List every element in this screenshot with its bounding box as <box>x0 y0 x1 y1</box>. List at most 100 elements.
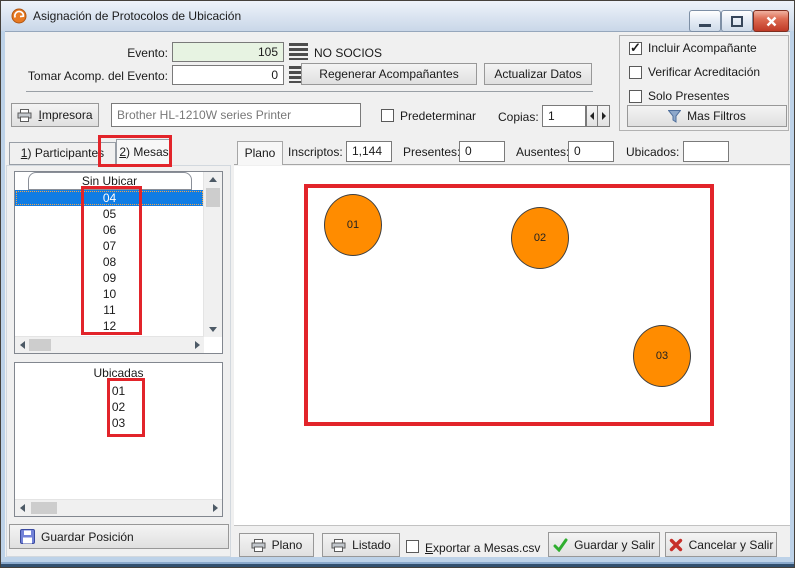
checkbox-label-incluir-acompanante: Incluir Acompañante <box>648 41 757 55</box>
printer-name-field[interactable]: Brother HL-1210W series Printer <box>111 103 361 127</box>
predeterminar-label: Predeterminar <box>400 106 476 126</box>
impresora-label: Impresora <box>38 108 92 122</box>
right-arrow-icon <box>213 504 218 512</box>
ausentes-field[interactable]: 0 <box>568 141 614 162</box>
printer-icon <box>331 539 346 552</box>
app-window: Asignación de Protocolos de Ubicación Ev… <box>0 0 795 568</box>
scroll-right-button[interactable] <box>208 500 222 516</box>
scroll-down-button[interactable] <box>204 322 222 337</box>
green-check-icon <box>553 538 568 552</box>
checkbox-label-solo-presentes: Solo Presentes <box>648 89 729 103</box>
checkbox-row-incluir-acompanante: Incluir Acompañante <box>629 40 788 60</box>
minimize-icon <box>699 24 711 27</box>
checkbox-label-verificar-acreditacion: Verificar Acreditación <box>648 65 760 79</box>
sin-ubicar-horizontal-scrollbar[interactable] <box>15 336 204 353</box>
tomar-acomp-label: Tomar Acomp. del Evento: <box>21 66 168 86</box>
evento-lookup-icon[interactable] <box>289 43 308 60</box>
mas-filtros-button[interactable]: Mas Filtros <box>627 105 787 127</box>
app-icon <box>11 8 27 24</box>
sin-ubicar-vertical-scrollbar[interactable] <box>203 172 222 337</box>
list-item[interactable]: 03 <box>15 415 222 431</box>
plan-canvas[interactable]: 01 02 03 <box>234 166 791 526</box>
down-arrow-icon <box>209 327 217 332</box>
print-listado-button[interactable]: Listado <box>322 533 400 557</box>
list-item[interactable]: 05 <box>15 206 204 222</box>
list-item[interactable]: 09 <box>15 270 204 286</box>
evento-name-label: NO SOCIOS <box>314 43 382 63</box>
sin-ubicar-header[interactable]: Sin Ubicar <box>28 172 192 190</box>
list-item[interactable]: 01 <box>15 383 222 399</box>
presentes-field[interactable]: 0 <box>459 141 505 162</box>
actualizar-datos-button[interactable]: Actualizar Datos <box>484 63 592 85</box>
tab-participantes[interactable]: 1) Participantes <box>9 142 116 165</box>
checkbox-incluir-acompanante[interactable] <box>629 42 642 55</box>
plano-tab-panel: 01 02 03 <box>234 164 791 560</box>
table-circle-01[interactable]: 01 <box>324 194 382 256</box>
guardar-posicion-button[interactable]: Guardar Posición <box>9 524 229 549</box>
ubicados-field[interactable] <box>683 141 729 162</box>
tomar-acomp-field[interactable]: 0 <box>172 65 284 85</box>
checkbox-solo-presentes[interactable] <box>629 90 642 103</box>
separator-line <box>26 91 593 92</box>
scroll-left-button[interactable] <box>15 337 29 353</box>
inscriptos-field[interactable]: 1,144 <box>346 141 392 162</box>
floppy-disk-icon <box>20 529 35 544</box>
ubicados-label: Ubicados: <box>626 142 679 162</box>
left-arrow-icon <box>20 504 25 512</box>
tab-plano[interactable]: Plano <box>237 141 283 165</box>
list-item[interactable]: 07 <box>15 238 204 254</box>
exportar-mesas-checkbox[interactable] <box>406 540 419 553</box>
list-item[interactable]: 04 <box>15 190 204 206</box>
predeterminar-checkbox[interactable] <box>381 109 394 122</box>
copias-increment-button[interactable] <box>598 105 610 127</box>
cancelar-y-salir-button[interactable]: Cancelar y Salir <box>665 532 777 557</box>
table-circle-03[interactable]: 03 <box>633 325 691 387</box>
ubicadas-horizontal-scrollbar[interactable] <box>15 499 222 516</box>
window-border-left <box>1 31 5 567</box>
scroll-up-button[interactable] <box>204 172 222 187</box>
window-border-right <box>790 31 794 567</box>
list-item[interactable]: 06 <box>15 222 204 238</box>
table-circle-02[interactable]: 02 <box>511 207 569 269</box>
right-arrow-icon <box>195 341 200 349</box>
scroll-left-button[interactable] <box>15 500 29 516</box>
evento-field[interactable]: 105 <box>172 42 284 62</box>
scrollbar-thumb[interactable] <box>206 188 220 207</box>
list-item[interactable]: 11 <box>15 302 204 318</box>
print-plano-button[interactable]: Plano <box>239 533 314 557</box>
copias-decrement-button[interactable] <box>586 105 598 127</box>
ubicadas-header: Ubicadas <box>15 363 222 383</box>
exportar-mesas-label: Exportar a Mesas.csv <box>425 538 540 558</box>
red-x-icon <box>669 538 683 552</box>
checkbox-verificar-acreditacion[interactable] <box>629 66 642 79</box>
ausentes-label: Ausentes: <box>516 142 569 162</box>
close-button[interactable] <box>753 10 789 32</box>
print-listado-label: Listado <box>352 538 391 552</box>
tab-mesas[interactable]: 2) Mesas <box>116 139 172 166</box>
funnel-icon <box>668 110 681 123</box>
list-item[interactable]: 08 <box>15 254 204 270</box>
up-arrow-icon <box>209 177 217 182</box>
window-title: Asignación de Protocolos de Ubicación <box>33 9 241 23</box>
sin-ubicar-rows: 040506070809101112 <box>15 190 204 334</box>
list-item[interactable]: 02 <box>15 399 222 415</box>
list-item[interactable]: 10 <box>15 286 204 302</box>
ubicadas-list[interactable]: Ubicadas 010203 <box>14 362 223 517</box>
list-item[interactable]: 12 <box>15 318 204 334</box>
impresora-button[interactable]: Impresora <box>11 103 99 127</box>
minimize-button[interactable] <box>689 10 721 32</box>
inscriptos-label: Inscriptos: <box>288 142 343 162</box>
sin-ubicar-content: Sin Ubicar 040506070809101112 <box>15 172 204 337</box>
scrollbar-thumb[interactable] <box>29 339 51 351</box>
presentes-label: Presentes: <box>403 142 460 162</box>
restore-button[interactable] <box>721 10 753 32</box>
scrollbar-thumb[interactable] <box>31 502 57 514</box>
copias-field[interactable]: 1 <box>542 105 586 127</box>
right-arrow-icon <box>602 112 606 120</box>
regenerar-acompanantes-button[interactable]: Regenerar Acompañantes <box>301 63 477 85</box>
left-arrow-icon <box>590 112 594 120</box>
scroll-right-button[interactable] <box>190 337 204 353</box>
sin-ubicar-list[interactable]: Sin Ubicar 040506070809101112 <box>14 171 223 354</box>
copias-label: Copias: <box>498 107 539 127</box>
guardar-y-salir-button[interactable]: Guardar y Salir <box>548 532 660 557</box>
